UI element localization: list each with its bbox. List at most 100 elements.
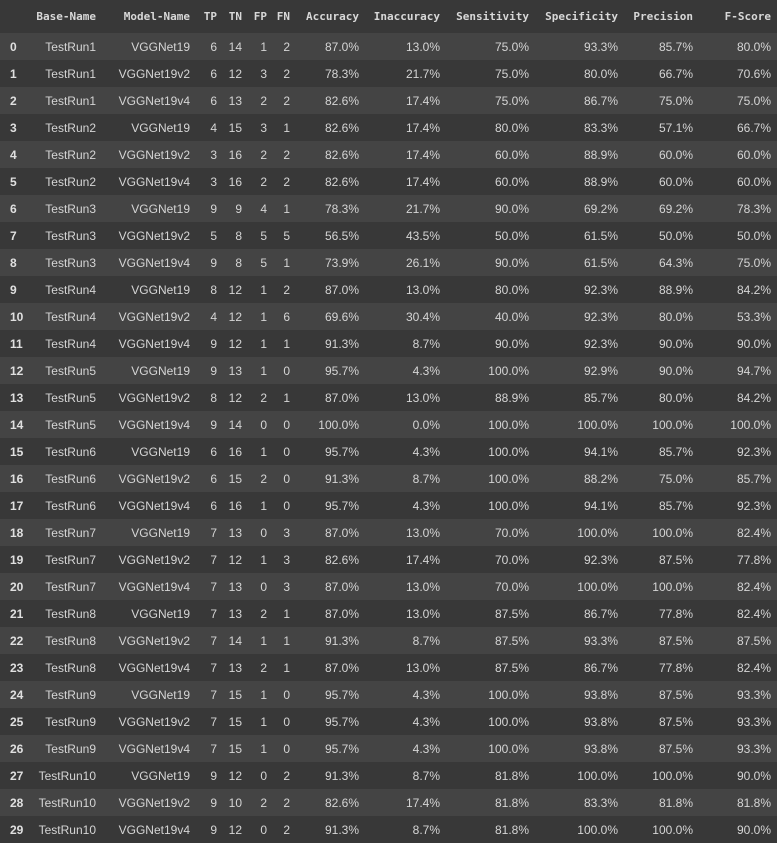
model-name-cell: VGGNet19v4 xyxy=(118,417,190,432)
fn-cell: 2 xyxy=(283,795,290,810)
tp-cell: 3 xyxy=(210,147,217,162)
accuracy-cell: 100.0% xyxy=(318,417,359,432)
f-score-cell: 93.3% xyxy=(736,741,771,756)
fp-cell: 0 xyxy=(260,822,267,837)
fn-cell: 2 xyxy=(283,93,290,108)
tn-cell: 15 xyxy=(228,741,242,756)
tn-cell: 8 xyxy=(235,228,242,243)
fn-cell: 5 xyxy=(283,228,290,243)
accuracy-cell: 95.7% xyxy=(324,498,359,513)
f-score-cell: 60.0% xyxy=(736,147,771,162)
tp-cell: 4 xyxy=(210,120,217,135)
sensitivity-cell: 75.0% xyxy=(494,66,529,81)
f-score-cell: 92.3% xyxy=(736,498,771,513)
accuracy-cell: 95.7% xyxy=(324,687,359,702)
tp-cell: 5 xyxy=(210,228,217,243)
inaccuracy-cell: 8.7% xyxy=(412,822,440,837)
fn-cell: 0 xyxy=(283,444,290,459)
sensitivity-cell: 87.5% xyxy=(494,633,529,648)
fn-cell: 0 xyxy=(283,498,290,513)
table-row: 19 TestRun7 VGGNet19v2 7 12 1 3 82.6% 17.4% 70.0%… xyxy=(0,546,777,573)
specificity-cell: 83.3% xyxy=(583,795,618,810)
tn-cell: 16 xyxy=(228,174,242,189)
precision-cell: 85.7% xyxy=(658,444,693,459)
sensitivity-cell: 100.0% xyxy=(488,417,529,432)
tn-cell: 14 xyxy=(228,417,242,432)
precision-cell: 100.0% xyxy=(652,417,693,432)
tn-cell: 12 xyxy=(228,552,242,567)
inaccuracy-cell: 21.7% xyxy=(405,201,440,216)
specificity-cell: 83.3% xyxy=(583,120,618,135)
tn-cell: 13 xyxy=(228,525,242,540)
specificity-cell: 85.7% xyxy=(583,390,618,405)
row-index: 2 xyxy=(10,93,17,108)
model-name-cell: VGGNet19v4 xyxy=(118,255,190,270)
precision-cell: 75.0% xyxy=(658,471,693,486)
fp-cell: 2 xyxy=(260,795,267,810)
fn-cell: 1 xyxy=(283,660,290,675)
row-index: 18 xyxy=(10,525,24,540)
tn-cell: 12 xyxy=(228,282,242,297)
specificity-cell: 92.3% xyxy=(583,336,618,351)
fn-cell: 2 xyxy=(283,822,290,837)
header-f-score: F-Score xyxy=(724,10,771,23)
f-score-cell: 77.8% xyxy=(736,552,771,567)
tn-cell: 16 xyxy=(228,147,242,162)
inaccuracy-cell: 13.0% xyxy=(405,660,440,675)
specificity-cell: 100.0% xyxy=(577,579,618,594)
model-name-cell: VGGNet19 xyxy=(131,687,190,702)
inaccuracy-cell: 0.0% xyxy=(412,417,440,432)
accuracy-cell: 87.0% xyxy=(324,525,359,540)
sensitivity-cell: 70.0% xyxy=(494,579,529,594)
tp-cell: 7 xyxy=(210,714,217,729)
inaccuracy-cell: 4.3% xyxy=(412,498,440,513)
header-index xyxy=(0,0,28,33)
precision-cell: 57.1% xyxy=(658,120,693,135)
table-row: 18 TestRun7 VGGNet19 7 13 0 3 87.0% 13.0% 70.0% 10… xyxy=(0,519,777,546)
accuracy-cell: 91.3% xyxy=(324,336,359,351)
inaccuracy-cell: 21.7% xyxy=(405,66,440,81)
f-score-cell: 50.0% xyxy=(736,228,771,243)
model-name-cell: VGGNet19v4 xyxy=(118,174,190,189)
specificity-cell: 86.7% xyxy=(583,660,618,675)
tp-cell: 7 xyxy=(210,606,217,621)
fp-cell: 0 xyxy=(260,579,267,594)
inaccuracy-cell: 13.0% xyxy=(405,390,440,405)
inaccuracy-cell: 17.4% xyxy=(405,93,440,108)
inaccuracy-cell: 4.3% xyxy=(412,741,440,756)
fp-cell: 2 xyxy=(260,471,267,486)
sensitivity-cell: 100.0% xyxy=(488,444,529,459)
table-row: 26 TestRun9 VGGNet19v4 7 15 1 0 95.7% 4.3% 100.0%… xyxy=(0,735,777,762)
row-index: 12 xyxy=(10,363,24,378)
tp-cell: 9 xyxy=(210,255,217,270)
base-name-cell: TestRun7 xyxy=(45,579,96,594)
inaccuracy-cell: 8.7% xyxy=(412,768,440,783)
table-row: 25 TestRun9 VGGNet19v2 7 15 1 0 95.7% 4.3% 100.0%… xyxy=(0,708,777,735)
base-name-cell: TestRun6 xyxy=(45,444,96,459)
row-index: 9 xyxy=(10,282,17,297)
model-name-cell: VGGNet19 xyxy=(131,768,190,783)
tn-cell: 15 xyxy=(228,471,242,486)
tp-cell: 6 xyxy=(210,39,217,54)
model-name-cell: VGGNet19v2 xyxy=(118,309,190,324)
precision-cell: 60.0% xyxy=(658,174,693,189)
base-name-cell: TestRun6 xyxy=(45,471,96,486)
tn-cell: 12 xyxy=(228,822,242,837)
table-row: 4 TestRun2 VGGNet19v2 3 16 2 2 82.6% 17.4% 60.0% 8… xyxy=(0,141,777,168)
precision-cell: 50.0% xyxy=(658,228,693,243)
specificity-cell: 93.3% xyxy=(583,39,618,54)
fp-cell: 1 xyxy=(260,363,267,378)
sensitivity-cell: 100.0% xyxy=(488,714,529,729)
accuracy-cell: 91.3% xyxy=(324,822,359,837)
tp-cell: 7 xyxy=(210,660,217,675)
table-row: 11 TestRun4 VGGNet19v4 9 12 1 1 91.3% 8.7% 90.0% 9… xyxy=(0,330,777,357)
model-name-cell: VGGNet19v2 xyxy=(118,795,190,810)
f-score-cell: 75.0% xyxy=(736,255,771,270)
table-row: 14 TestRun5 VGGNet19v4 9 14 0 0 100.0% 0.0% 100.0… xyxy=(0,411,777,438)
sensitivity-cell: 40.0% xyxy=(494,309,529,324)
model-name-cell: VGGNet19 xyxy=(131,120,190,135)
accuracy-cell: 95.7% xyxy=(324,363,359,378)
tp-cell: 7 xyxy=(210,525,217,540)
specificity-cell: 61.5% xyxy=(583,255,618,270)
table-row: 0 TestRun1 VGGNet19 6 14 1 2 87.0% 13.0% 75.0% 93.… xyxy=(0,33,777,60)
